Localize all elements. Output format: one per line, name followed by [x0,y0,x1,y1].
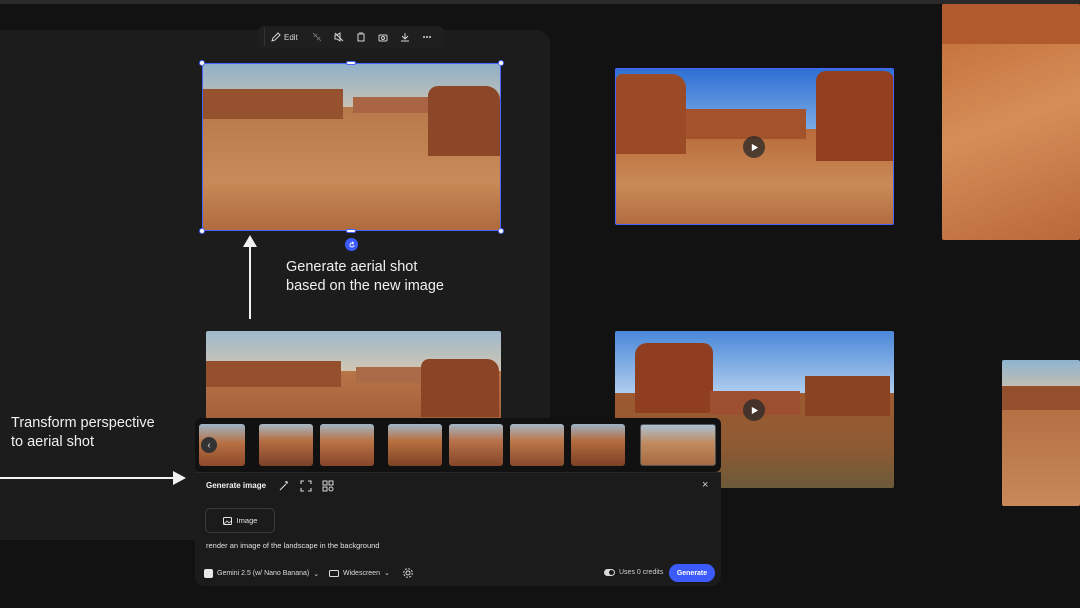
camera-icon [378,34,388,42]
transform-annotation: Transform perspective to aerial shot [11,414,155,452]
edit-button[interactable]: Edit [264,28,304,46]
aerial-annotation-line1: Generate aerial shot [286,259,418,275]
resize-handle-s[interactable] [346,229,356,233]
film-thumb-5[interactable] [449,424,503,466]
mute-button[interactable] [330,28,348,46]
rotate-button[interactable] [345,238,358,251]
resize-handle-n[interactable] [346,61,356,65]
generate-panel-title: Generate image [206,481,267,490]
play-icon [751,143,758,151]
film-thumb-8[interactable] [640,424,716,466]
crop-button[interactable] [352,28,370,46]
model-logo-icon [204,569,213,578]
filmstrip [195,418,721,472]
mute-icon [334,32,344,42]
aerial-annotation-line2: based on the new image [286,278,444,294]
widescreen-icon [329,569,339,577]
more-icon [422,36,431,38]
aspect-label: Widescreen [343,569,380,577]
crop-icon [357,32,365,42]
canvas-image-partial-bottom[interactable] [1002,360,1080,506]
film-thumb-3[interactable] [320,424,374,466]
download-icon [400,33,409,42]
filmstrip-prev-button[interactable]: ‹ [201,437,217,453]
settings-icon[interactable] [402,567,414,579]
transform-annotation-line1: Transform perspective [11,415,155,431]
transform-annotation-line2: to aerial shot [11,434,95,450]
credits-label: Uses 0 credits [619,569,664,576]
aerial-annotation: Generate aerial shot based on the new im… [286,258,444,296]
image-reference-chip[interactable]: Image [205,508,275,533]
model-selector[interactable]: Gemini 2.5 (w/ Nano Banana) ⌄ [204,569,319,578]
chevron-down-icon: ⌄ [383,570,390,577]
right-arrow-head [173,471,186,485]
expand-frame-icon[interactable] [300,480,312,492]
right-arrow-shaft [0,477,176,479]
model-label: Gemini 2.5 (w/ Nano Banana) [217,570,310,577]
more-button[interactable] [418,28,436,46]
close-button[interactable]: × [702,479,708,491]
play-button-2[interactable] [743,399,765,421]
resize-handle-se[interactable] [498,228,504,234]
camera-button[interactable] [374,28,392,46]
prompt-input[interactable]: render an image of the landscape in the … [206,541,379,550]
image-icon [222,516,232,525]
rotate-icon [349,240,354,247]
magic-wand-icon[interactable] [278,480,290,492]
up-arrow-shaft [249,245,251,319]
film-thumb-2[interactable] [259,424,313,466]
generate-button[interactable]: Generate [669,564,715,582]
film-thumb-4[interactable] [388,424,442,466]
download-button[interactable] [396,28,414,46]
link-off-button[interactable] [308,28,326,46]
resize-handle-nw[interactable] [199,60,205,66]
aspect-ratio-selector[interactable]: Widescreen ⌄ [329,569,390,577]
resize-handle-sw[interactable] [199,228,205,234]
chevron-down-icon: ⌄ [313,570,320,578]
pencil-icon [271,32,281,42]
edit-label: Edit [284,32,298,42]
credits-toggle-icon[interactable] [604,569,615,576]
grid-select-icon[interactable] [322,480,334,492]
resize-handle-ne[interactable] [498,60,504,66]
play-icon [751,406,758,414]
image-toolbar: Edit [258,26,444,48]
chevron-left-icon: ‹ [207,439,211,451]
up-arrow-head [243,235,257,247]
film-thumb-7[interactable] [571,424,625,466]
top-edge [0,0,1080,4]
source-canvas-image[interactable] [206,331,501,419]
play-button-1[interactable] [743,136,765,158]
credits-indicator: Uses 0 credits [604,569,663,576]
link-off-icon [312,32,322,42]
selected-canvas-image[interactable] [202,63,501,231]
image-chip-label: Image [236,516,258,525]
film-thumb-6[interactable] [510,424,564,466]
canvas-image-partial-top[interactable] [942,4,1080,240]
